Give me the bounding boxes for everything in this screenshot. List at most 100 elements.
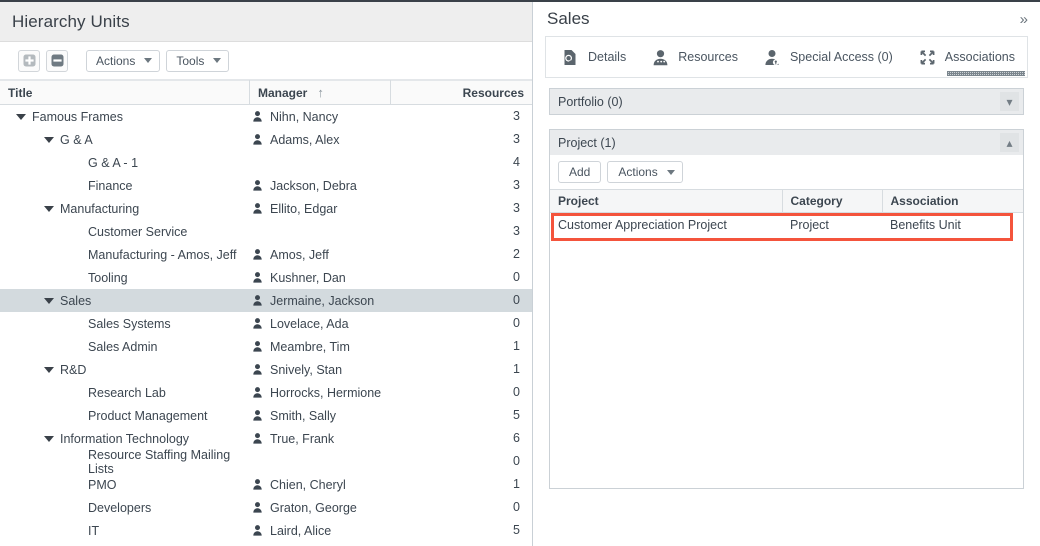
tree-row-title: Resource Staffing Mailing Lists	[88, 447, 231, 476]
tree-cell-title: Customer Service	[0, 220, 250, 243]
tree-cell-manager: True, Frank	[250, 427, 391, 450]
hierarchy-toolbar: Actions Tools	[0, 42, 532, 80]
project-table-row[interactable]: Customer Appreciation Project Project Bene…	[550, 213, 1023, 237]
tree-row[interactable]: Sales Jermaine, Jackson 0	[0, 289, 532, 312]
tree-cell-manager: Laird, Alice	[250, 519, 391, 542]
tree-cell-manager: Ellito, Edgar	[250, 197, 391, 220]
person-icon	[250, 341, 264, 352]
portfolio-section-header[interactable]: Portfolio (0) ▾​	[550, 89, 1023, 114]
project-actions-button[interactable]: Actions	[607, 161, 683, 183]
project-section: Project (1) ▴​ Add Actions	[549, 129, 1024, 489]
tree-expand-toggle[interactable]	[38, 136, 60, 143]
tree-cell-title: R&D	[0, 358, 250, 381]
tree-cell-manager: Kushner, Dan	[250, 266, 391, 289]
tree-row[interactable]: Developers Graton, George 0	[0, 496, 532, 519]
tree-row-title: Sales Systems	[88, 316, 171, 331]
collapse-all-button[interactable]	[46, 49, 68, 72]
sort-ascending-icon: ↑	[317, 85, 324, 100]
project-column-header[interactable]: Association	[882, 189, 1023, 213]
tab-resources[interactable]: Resources	[652, 37, 738, 77]
actions-menu-button[interactable]: Actions	[86, 49, 161, 72]
tree-row[interactable]: Product Management Smith, Sally 5	[0, 404, 532, 427]
triangle-down-icon	[44, 205, 54, 212]
tree-cell-manager: Amos, Jeff	[250, 243, 391, 266]
double-chevron-right-icon[interactable]: »	[1020, 12, 1028, 27]
tree-row-title: G & A - 1	[88, 155, 139, 170]
tree-row[interactable]: Resource Staffing Mailing Lists 0	[0, 447, 532, 476]
project-column-header[interactable]: Project	[550, 189, 783, 213]
tree-row-manager: Jermaine, Jackson	[270, 293, 375, 308]
tree-row[interactable]: R&D Snively, Stan 1	[0, 358, 532, 381]
tree-row[interactable]: Sales Admin Meambre, Tim 1	[0, 335, 532, 358]
tree-row[interactable]: Information Technology True, Frank 6	[0, 427, 532, 450]
tree-expand-toggle[interactable]	[38, 205, 60, 212]
tree-row-manager: Meambre, Tim	[270, 339, 350, 354]
tree-row[interactable]: Customer Service 3	[0, 220, 532, 243]
add-button[interactable]: Add	[558, 161, 602, 183]
tree-cell-resources: 0	[513, 293, 520, 307]
person-icon	[250, 111, 264, 122]
page-title: Hierarchy Units	[12, 11, 130, 31]
column-header-manager-label: Manager	[258, 85, 308, 100]
tree-expand-toggle[interactable]	[38, 366, 60, 373]
person-icon	[250, 134, 264, 145]
triangle-down-icon	[44, 366, 54, 373]
project-cell-category: Project	[782, 213, 882, 237]
tree-expand-toggle[interactable]	[10, 113, 32, 120]
application-window: Hierarchy Units Actions Tools Title Mana…	[0, 0, 1040, 546]
tree-expand-toggle[interactable]	[38, 297, 60, 304]
person-icon	[250, 364, 264, 375]
tree-row[interactable]: G & A - 1 4	[0, 151, 532, 174]
tree-cell-manager	[250, 220, 391, 243]
tree-row[interactable]: IT Laird, Alice 5	[0, 519, 532, 542]
tree-row-manager: Amos, Jeff	[270, 247, 329, 262]
expand-all-button[interactable]	[18, 49, 40, 72]
chevron-down-icon	[213, 58, 222, 63]
tree-row[interactable]: Manufacturing - Amos, Jeff Amos, Jeff 2	[0, 243, 532, 266]
four-arrows-icon	[919, 49, 936, 66]
tree-row[interactable]: Tooling Kushner, Dan 0	[0, 266, 532, 289]
project-table: Project Category Association	[550, 189, 1023, 213]
column-header-resources[interactable]: Resources	[391, 80, 532, 105]
tree-row-title: Research Lab	[88, 385, 166, 400]
tab-label: Resources	[678, 50, 738, 64]
tree-row[interactable]: Finance Jackson, Debra 3	[0, 174, 532, 197]
tree-cell-manager: Chien, Cheryl	[250, 473, 391, 496]
tree-cell-resources: 1	[513, 339, 520, 353]
tree-row[interactable]: Famous Frames Nihn, Nancy 3	[0, 105, 532, 128]
person-icon	[250, 433, 264, 444]
tab-associations[interactable]: Associations	[919, 37, 1026, 77]
project-column-header[interactable]: Category	[782, 189, 883, 213]
tree-cell-resources: 0	[513, 316, 520, 330]
project-section-header[interactable]: Project (1) ▴​	[550, 130, 1023, 155]
tree-cell-resources: 3	[513, 178, 520, 192]
tree-cell-resources: 3	[513, 201, 520, 215]
chevron-double-down-icon[interactable]: ▾​	[1000, 92, 1019, 111]
tree-cell-manager: Meambre, Tim	[250, 335, 391, 358]
triangle-down-icon	[44, 435, 54, 442]
tree-cell-manager: Snively, Stan	[250, 358, 391, 381]
tree-row[interactable]: PMO Chien, Cheryl 1	[0, 473, 532, 496]
plus-square-icon	[23, 54, 35, 67]
chevron-double-up-icon[interactable]: ▴​	[1000, 133, 1019, 152]
tree-cell-title: Resource Staffing Mailing Lists	[0, 447, 250, 476]
triangle-down-icon	[16, 113, 26, 120]
hierarchy-units-title-bar: Hierarchy Units	[0, 2, 532, 42]
column-header-title[interactable]: Title	[0, 80, 250, 105]
tree-row[interactable]: Research Lab Horrocks, Hermione 0	[0, 381, 532, 404]
tree-row[interactable]: Sales Systems Lovelace, Ada 0	[0, 312, 532, 335]
hierarchy-grid-header: Title Manager ↑ Resources	[0, 80, 532, 105]
tree-row[interactable]: Manufacturing Ellito, Edgar 3	[0, 197, 532, 220]
tree-row[interactable]: G & A Adams, Alex 3	[0, 128, 532, 151]
tree-cell-title: Sales	[0, 289, 250, 312]
tree-expand-toggle[interactable]	[38, 435, 60, 442]
tree-row-manager: Horrocks, Hermione	[270, 385, 382, 400]
tree-row-title: Manufacturing - Amos, Jeff	[88, 247, 237, 262]
column-header-manager[interactable]: Manager ↑	[250, 80, 391, 105]
tools-menu-button[interactable]: Tools	[166, 49, 230, 72]
tree-row-manager: Graton, George	[270, 500, 357, 515]
chevron-down-icon	[666, 169, 675, 175]
tab-details[interactable]: Details	[562, 37, 626, 77]
tab-special-access-0[interactable]: Special Access (0)	[764, 37, 893, 77]
tree-row-title: R&D	[60, 362, 87, 377]
